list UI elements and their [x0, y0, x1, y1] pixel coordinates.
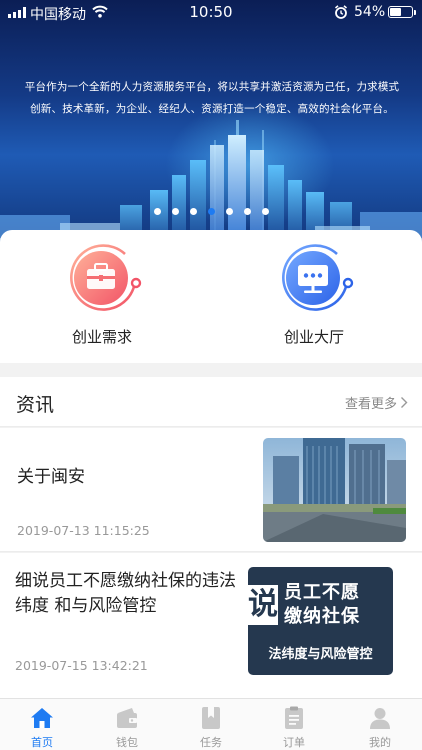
briefcase-icon	[69, 244, 142, 311]
news-section-header: 资讯 查看更多	[0, 377, 422, 427]
news-item[interactable]: 细说员工不愿缴纳社保的违法纬度 和与风险管控 2019-07-15 13:42:…	[0, 553, 422, 698]
carousel-indicator[interactable]	[0, 208, 422, 215]
tab-wallet-label: 钱包	[116, 736, 138, 749]
tab-profile-label: 我的	[369, 736, 391, 749]
tab-home-label: 首页	[31, 736, 53, 749]
tab-profile[interactable]: 我的	[350, 705, 410, 750]
news-date: 2019-07-13 11:15:25	[17, 523, 150, 538]
monitor-icon	[281, 244, 354, 311]
news-headline: 细说员工不愿缴纳社保的违法纬度 和与风险管控	[15, 571, 236, 616]
user-icon	[370, 708, 390, 729]
tab-tasks[interactable]: 任务	[181, 705, 241, 750]
view-more-link[interactable]: 查看更多	[345, 393, 408, 412]
carousel-dot[interactable]	[189, 208, 197, 215]
bookmark-icon	[202, 707, 220, 729]
tab-wallet[interactable]: 钱包	[97, 705, 157, 750]
carousel-dot[interactable]	[207, 208, 215, 215]
startup-hall-label: 创业大厅	[283, 328, 344, 346]
news-item[interactable]: 关于闽安 2019-07-13 11:15:25	[0, 428, 422, 552]
thumbnail-caption-line1: 员工不愿	[284, 582, 360, 603]
carousel-dot[interactable]	[243, 208, 251, 215]
tab-orders-label: 订单	[283, 736, 305, 749]
carousel-dot[interactable]	[261, 208, 269, 215]
banner-carousel[interactable]: 中国移动 10:50 54% 平台作为一个全新的人力资源服务平台，将以共享并激活…	[0, 0, 422, 250]
view-more-label: 查看更多	[344, 397, 397, 412]
tab-home[interactable]: 首页	[12, 705, 72, 750]
tab-orders[interactable]: 订单	[264, 705, 324, 750]
battery-icon	[388, 6, 416, 18]
wallet-icon	[117, 708, 137, 728]
news-thumbnail: 说 员工不愿 缴纳社保 法纬度与风险管控	[248, 567, 393, 675]
thumbnail-caption: 员工不愿 缴纳社保	[284, 581, 360, 629]
alarm-icon	[334, 5, 348, 19]
startup-hall-button[interactable]: 创业大厅	[259, 244, 369, 347]
tab-tasks-label: 任务	[200, 736, 222, 749]
quick-actions: 创业需求 创业大厅	[0, 230, 422, 363]
startup-demand-button[interactable]: 创业需求	[47, 244, 157, 347]
thumbnail-glyph: 说	[248, 585, 278, 625]
banner-text-line2: 创新、技术革新，为企业、经纪人、资源打造一个稳定、高效的社会化平台。	[30, 103, 394, 115]
startup-demand-label: 创业需求	[71, 328, 132, 346]
banner-text-line1: 平台作为一个全新的人力资源服务平台，将以共享并激活资源为己任，力求模式	[24, 81, 400, 93]
chevron-right-icon	[401, 397, 408, 408]
news-headline: 关于闽安	[17, 467, 85, 487]
news-thumbnail	[263, 438, 406, 542]
news-date: 2019-07-15 13:42:21	[15, 658, 148, 673]
carousel-dot[interactable]	[171, 208, 179, 215]
carousel-dot[interactable]	[153, 208, 161, 215]
carousel-dot[interactable]	[225, 208, 233, 215]
clipboard-icon	[285, 706, 303, 729]
news-title: 资讯	[16, 394, 55, 416]
banner-text: 平台作为一个全新的人力资源服务平台，将以共享并激活资源为己任，力求模式 创新、技…	[22, 76, 402, 120]
thumbnail-subcaption: 法纬度与风险管控	[268, 647, 373, 662]
bottom-tab-bar: 首页 钱包 任务 订单 我的	[0, 698, 422, 750]
thumbnail-caption-line2: 缴纳社保	[284, 606, 360, 627]
home-icon	[31, 708, 53, 728]
status-bar: 中国移动 10:50 54%	[0, 0, 422, 26]
battery-percent: 54%	[354, 4, 386, 20]
